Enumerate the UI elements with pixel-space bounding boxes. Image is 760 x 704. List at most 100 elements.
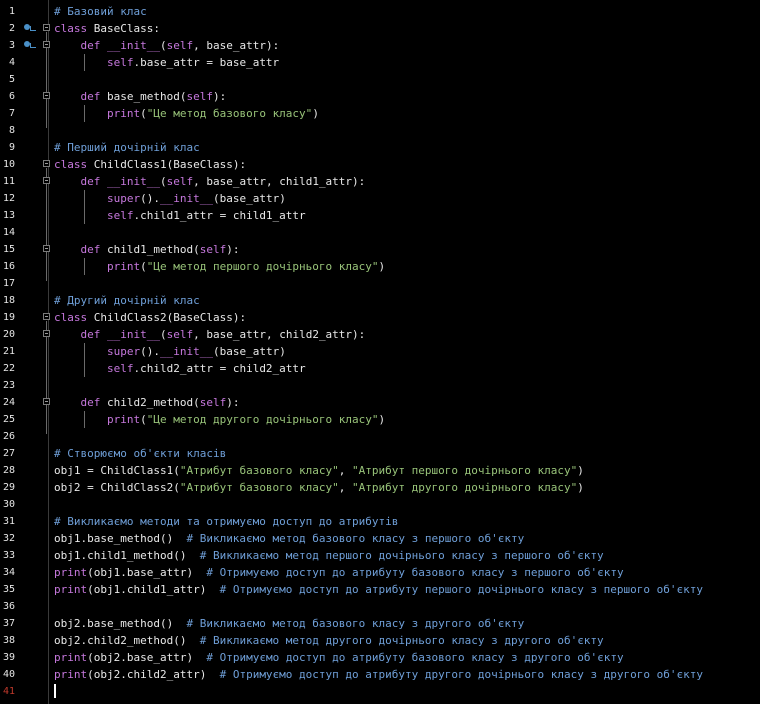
override-marker-icon[interactable] <box>24 41 36 48</box>
code-token: "Атрибут базового класу" <box>179 464 339 477</box>
code-line[interactable]: 3 def __init__(self, base_attr): <box>0 37 760 54</box>
code-token: ): <box>212 90 227 103</box>
code-line[interactable]: 32 obj1.base_method() # Викликаємо метод … <box>0 530 760 547</box>
fold-toggle-icon[interactable] <box>43 398 50 405</box>
code-editor[interactable]: 1 # Базовий клас 2 class BaseClass: 3 def __… <box>0 0 760 704</box>
code-token: ChildClass2(BaseClass): <box>87 311 247 324</box>
code-line[interactable]: 40 print(obj2.child2_attr) # Отримуємо до… <box>0 666 760 683</box>
line-number: 35 <box>2 584 15 595</box>
code-line[interactable]: 15 def child1_method(self): <box>0 241 760 258</box>
code-token: self <box>166 175 194 188</box>
code-line[interactable]: 9 # Перший дочірній клас <box>0 139 760 156</box>
code-line[interactable]: 22 self.child2_attr = child2_attr <box>0 360 760 377</box>
code-token: print <box>54 566 88 579</box>
line-number: 30 <box>2 499 15 510</box>
code-line[interactable]: 41 <box>0 683 760 700</box>
code-line[interactable]: 37 obj2.base_method() # Викликаємо метод … <box>0 615 760 632</box>
code-text: class BaseClass: <box>54 20 160 37</box>
fold-toggle-icon[interactable] <box>43 41 50 48</box>
override-marker-icon[interactable] <box>24 24 36 31</box>
line-number: 17 <box>2 278 15 289</box>
code-line[interactable]: 17 <box>0 275 760 292</box>
fold-toggle-icon[interactable] <box>43 160 50 167</box>
code-line[interactable]: 2 class BaseClass: <box>0 20 760 37</box>
code-token: obj2.child2_method() <box>54 634 200 647</box>
code-token: print <box>54 668 88 681</box>
code-token: , base_attr, child1_attr): <box>193 175 366 188</box>
code-text: print("Це метод другого дочірнього класу… <box>54 411 385 428</box>
code-line[interactable]: 13 self.child1_attr = child1_attr <box>0 207 760 224</box>
code-token: # Викликаємо метод базового класу з друг… <box>186 617 525 630</box>
code-token: def <box>80 243 101 256</box>
code-line[interactable]: 10 class ChildClass1(BaseClass): <box>0 156 760 173</box>
fold-toggle-icon[interactable] <box>43 330 50 337</box>
code-line[interactable]: 8 <box>0 122 760 139</box>
code-token: # Перший дочірній клас <box>54 141 200 154</box>
fold-toggle-icon[interactable] <box>43 24 50 31</box>
code-token: BaseClass: <box>87 22 160 35</box>
code-token: ) <box>378 413 386 426</box>
code-token: "Це метод першого дочірнього класу" <box>146 260 379 273</box>
code-line[interactable]: 19 class ChildClass2(BaseClass): <box>0 309 760 326</box>
fold-toggle-icon[interactable] <box>43 92 50 99</box>
code-token: super <box>106 345 141 358</box>
code-token: # Базовий клас <box>54 5 147 18</box>
code-line[interactable]: 27 # Створюємо об'єкти класів <box>0 445 760 462</box>
code-token: ( <box>140 107 147 120</box>
code-text: def __init__(self, base_attr): <box>54 37 280 54</box>
code-token: self <box>166 39 194 52</box>
code-line[interactable]: 18 # Другий дочірній клас <box>0 292 760 309</box>
line-number: 19 <box>2 312 15 323</box>
code-line[interactable]: 25 print("Це метод другого дочірнього кл… <box>0 411 760 428</box>
code-line[interactable]: 16 print("Це метод першого дочірнього кл… <box>0 258 760 275</box>
code-line[interactable]: 34 print(obj1.base_attr) # Отримуємо дост… <box>0 564 760 581</box>
code-text: self.child2_attr = child2_attr <box>54 360 306 377</box>
line-number: 18 <box>2 295 15 306</box>
code-line[interactable]: 35 print(obj1.child1_attr) # Отримуємо до… <box>0 581 760 598</box>
code-line[interactable]: 23 <box>0 377 760 394</box>
fold-toggle-icon[interactable] <box>43 177 50 184</box>
line-number: 41 <box>2 686 15 697</box>
code-line[interactable]: 28 obj1 = ChildClass1("Атрибут базового к… <box>0 462 760 479</box>
code-token: def <box>80 328 101 341</box>
code-line[interactable]: 36 <box>0 598 760 615</box>
code-line[interactable]: 26 <box>0 428 760 445</box>
code-line[interactable]: 4 self.base_attr = base_attr <box>0 54 760 71</box>
code-line[interactable]: 1 # Базовий клас <box>0 3 760 20</box>
code-token: "Атрибут першого дочірнього класу" <box>352 464 578 477</box>
code-token: , base_attr, child2_attr): <box>193 328 366 341</box>
code-line[interactable]: 38 obj2.child2_method() # Викликаємо мето… <box>0 632 760 649</box>
fold-toggle-icon[interactable] <box>43 313 50 320</box>
code-line[interactable]: 30 <box>0 496 760 513</box>
code-line[interactable]: 20 def __init__(self, base_attr, child2_… <box>0 326 760 343</box>
code-token: ): <box>226 243 240 256</box>
code-line[interactable]: 31 # Викликаємо методи та отримуємо досту… <box>0 513 760 530</box>
code-line[interactable]: 12 super().__init__(base_attr) <box>0 190 760 207</box>
code-token: ( <box>140 260 147 273</box>
code-token: (obj1.child1_attr) <box>87 583 220 596</box>
code-line[interactable]: 5 <box>0 71 760 88</box>
code-line[interactable]: 39 print(obj2.base_attr) # Отримуємо дост… <box>0 649 760 666</box>
code-line[interactable]: 11 def __init__(self, base_attr, child1_… <box>0 173 760 190</box>
code-line[interactable]: 21 super().__init__(base_attr) <box>0 343 760 360</box>
code-token: child2_method( <box>100 396 200 409</box>
code-line[interactable]: 6 def base_method(self): <box>0 88 760 105</box>
code-line[interactable]: 29 obj2 = ChildClass2("Атрибут базового к… <box>0 479 760 496</box>
line-number: 2 <box>8 23 15 34</box>
code-token: , <box>338 464 353 477</box>
code-line[interactable]: 7 print("Це метод базового класу") <box>0 105 760 122</box>
code-line[interactable]: 14 <box>0 224 760 241</box>
code-token: (). <box>140 345 160 358</box>
code-text: print(obj1.base_attr) # Отримуємо доступ… <box>54 564 624 581</box>
code-token: (). <box>140 192 160 205</box>
line-number: 15 <box>2 244 15 255</box>
code-text: def child2_method(self): <box>54 394 240 411</box>
code-line[interactable]: 24 def child2_method(self): <box>0 394 760 411</box>
fold-toggle-icon[interactable] <box>43 245 50 252</box>
code-text: # Викликаємо методи та отримуємо доступ … <box>54 513 398 530</box>
code-line[interactable]: 33 obj1.child1_method() # Викликаємо мето… <box>0 547 760 564</box>
